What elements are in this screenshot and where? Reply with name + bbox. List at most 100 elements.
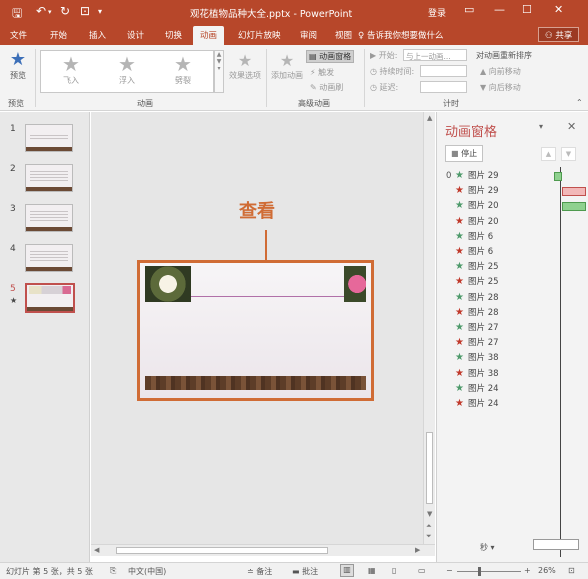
pane-options-icon[interactable]: ▾ xyxy=(539,122,543,131)
save-icon[interactable]: 🖫 xyxy=(12,4,22,25)
animation-item[interactable]: ★ 图片 27 xyxy=(446,336,581,351)
previous-slide-icon[interactable]: ⏶ xyxy=(426,522,432,531)
animation-item[interactable]: ★ 图片 6 xyxy=(446,245,581,260)
move-down-button[interactable]: ▼ xyxy=(561,147,576,161)
slide-thumbnail-2[interactable] xyxy=(25,164,73,192)
horizontal-scrollbar[interactable]: ◀ ▶ xyxy=(91,544,435,556)
tab-slide-show[interactable]: 幻灯片放映 xyxy=(238,29,281,41)
slide-sorter-icon[interactable]: ▦ xyxy=(368,566,376,575)
scrollbar-thumb[interactable] xyxy=(116,547,328,554)
animation-item[interactable]: ★ 图片 25 xyxy=(446,275,581,290)
close-pane-icon[interactable]: ✕ xyxy=(567,120,576,133)
animation-item[interactable]: ★ 图片 29 xyxy=(446,184,586,199)
slide-canvas[interactable] xyxy=(137,260,374,401)
flower-image-left[interactable] xyxy=(145,266,191,302)
exit-effect-icon: ★ xyxy=(455,337,464,349)
redo-icon[interactable]: ↻ xyxy=(60,4,70,18)
spellcheck-icon[interactable]: ⎘ xyxy=(110,566,116,576)
animation-item[interactable]: 0 ★ 图片 29 xyxy=(446,169,581,184)
animation-item[interactable]: ★ 图片 6 xyxy=(446,230,581,245)
ribbon-display-options-icon[interactable]: ▭ xyxy=(464,3,474,16)
tab-home[interactable]: 开始 xyxy=(50,29,67,41)
minimize-icon[interactable]: — xyxy=(494,3,505,16)
zoom-out-icon[interactable]: − xyxy=(446,566,453,575)
animation-pane-button[interactable]: ▤ 动画窗格 xyxy=(306,50,355,63)
zoom-level[interactable]: 26% xyxy=(538,566,556,575)
title-bar: 🖫 ↶ ▾ ↻ ⊡ ▾ 观花植物品种大全.pptx - PowerPoint 登… xyxy=(0,0,588,25)
animation-item[interactable]: ★ 图片 20 xyxy=(446,199,586,214)
share-button[interactable]: ⚇ 共享 xyxy=(538,27,580,42)
move-later-button[interactable]: ▼ 向后移动 xyxy=(480,82,521,93)
tab-review[interactable]: 审阅 xyxy=(300,29,317,41)
undo-icon[interactable]: ↶ xyxy=(36,4,46,18)
next-slide-icon[interactable]: ⏷ xyxy=(426,532,432,541)
slide-thumbnail-5[interactable] xyxy=(25,283,75,313)
animation-item[interactable]: ★ 图片 24 xyxy=(446,397,581,412)
customize-quick-access-icon[interactable]: ▾ xyxy=(98,7,102,16)
tab-design[interactable]: 设计 xyxy=(127,29,144,41)
normal-view-icon[interactable]: ▥ xyxy=(340,564,354,577)
timeline-zoom[interactable] xyxy=(533,539,579,550)
animation-item-label: 图片 28 xyxy=(468,292,499,303)
close-icon[interactable]: ✕ xyxy=(554,3,563,16)
animation-item[interactable]: ★ 图片 25 xyxy=(446,260,581,275)
animation-item[interactable]: ★ 图片 27 xyxy=(446,321,581,336)
add-animation-button[interactable]: ★ 添加动画 xyxy=(270,52,304,81)
vertical-scrollbar[interactable]: ▲ ▼ ⏶ ⏷ xyxy=(423,112,435,544)
slide-thumbnail-4[interactable] xyxy=(25,244,73,272)
fit-to-window-icon[interactable]: ⊡ xyxy=(568,566,575,575)
animation-item[interactable]: ★ 图片 20 xyxy=(446,215,581,230)
effect-options-button[interactable]: ★ 效果选项 xyxy=(228,52,262,81)
scroll-down-icon[interactable]: ▼ xyxy=(427,510,432,518)
comments-button[interactable]: ▬ 批注 xyxy=(292,566,318,577)
language-indicator[interactable]: 中文(中国) xyxy=(128,566,166,577)
move-up-button[interactable]: ▲ xyxy=(541,147,556,161)
animation-float-in[interactable]: ★ 浮入 xyxy=(107,53,147,86)
tab-animations[interactable]: 动画 xyxy=(193,26,225,45)
tab-view[interactable]: 视图 xyxy=(335,29,352,41)
trigger-button[interactable]: ⚡ 触发 xyxy=(310,67,334,78)
scroll-right-icon[interactable]: ▶ xyxy=(415,546,420,554)
zoom-slider[interactable] xyxy=(457,571,521,572)
stop-button[interactable]: ■ 停止 xyxy=(445,145,484,162)
reading-view-icon[interactable]: ▯ xyxy=(392,566,396,575)
slide-thumbnail-1[interactable] xyxy=(25,124,73,152)
timing-bar[interactable] xyxy=(562,202,586,212)
undo-dropdown-icon[interactable]: ▾ xyxy=(48,8,52,16)
animation-item[interactable]: ★ 图片 38 xyxy=(446,367,581,382)
start-select[interactable]: 与上一动画... xyxy=(403,49,467,61)
animation-painter-button[interactable]: ✎ 动画刷 xyxy=(310,82,343,93)
move-earlier-button[interactable]: ▲ 向前移动 xyxy=(480,66,521,77)
animation-item[interactable]: ★ 图片 28 xyxy=(446,291,581,306)
tell-me-search[interactable]: ♀ 告诉我你想要做什么 xyxy=(358,29,443,41)
animation-split[interactable]: ★ 劈裂 xyxy=(163,53,203,86)
tab-file[interactable]: 文件 xyxy=(10,29,27,41)
animation-fly-in[interactable]: ★ 飞入 xyxy=(51,53,91,86)
duration-field[interactable] xyxy=(420,65,467,77)
maximize-icon[interactable]: ☐ xyxy=(522,3,532,16)
slide-thumbnail-3[interactable] xyxy=(25,204,73,232)
animation-item[interactable]: ★ 图片 28 xyxy=(446,306,581,321)
timing-bar[interactable] xyxy=(562,187,586,197)
collapse-ribbon-icon[interactable]: ⌃ xyxy=(576,98,583,107)
scroll-up-icon[interactable]: ▲ xyxy=(427,114,432,122)
preview-button[interactable]: ★ 预览 xyxy=(6,50,30,81)
animation-item[interactable]: ★ 图片 24 xyxy=(446,382,581,397)
delay-field[interactable] xyxy=(420,81,467,93)
slide-show-icon[interactable]: ▭ xyxy=(418,566,426,575)
slide-editing-area: 查看 xyxy=(91,112,423,544)
tab-insert[interactable]: 插入 xyxy=(89,29,106,41)
timing-bar[interactable] xyxy=(554,172,562,181)
notes-button[interactable]: ≐ 备注 xyxy=(247,566,272,577)
gallery-scroll[interactable]: ▲ ▼ ▾ xyxy=(214,50,224,93)
tab-transitions[interactable]: 切换 xyxy=(165,29,182,41)
scroll-left-icon[interactable]: ◀ xyxy=(94,546,99,554)
animation-item[interactable]: ★ 图片 38 xyxy=(446,351,581,366)
scrollbar-thumb[interactable] xyxy=(426,432,433,504)
flower-image-right[interactable] xyxy=(344,266,366,302)
zoom-in-icon[interactable]: + xyxy=(524,566,531,575)
seconds-dropdown[interactable]: 秒 ▾ xyxy=(480,542,495,553)
start-from-beginning-icon[interactable]: ⊡ xyxy=(80,4,90,18)
login-link[interactable]: 登录 xyxy=(428,6,446,19)
zoom-slider-handle[interactable] xyxy=(478,567,481,576)
